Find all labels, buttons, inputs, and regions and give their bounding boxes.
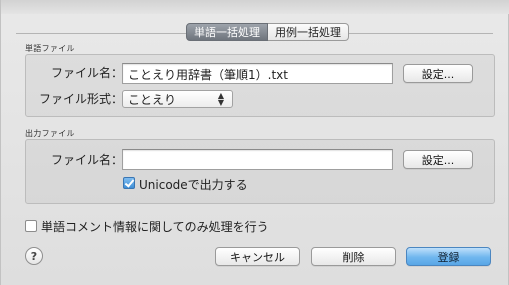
comment-only-checkbox[interactable] — [25, 220, 37, 232]
word-filename-label: ファイル名： — [50, 66, 123, 80]
word-filename-field[interactable]: ことえり用辞書（筆順1）.txt — [122, 63, 393, 84]
file-format-value: ことえり — [128, 92, 177, 107]
output-filename-field[interactable] — [122, 149, 393, 170]
tab-example-batch[interactable]: 用例一括処理 — [268, 23, 349, 41]
tab-bar: 単語一括処理 用例一括処理 — [186, 23, 349, 41]
help-icon[interactable]: ? — [25, 247, 43, 265]
output-file-group-label: 出力ファイル — [25, 129, 75, 138]
output-file-settings-button[interactable]: 設定... — [403, 150, 473, 169]
word-file-group-label: 単語ファイル — [25, 44, 75, 53]
cancel-button[interactable]: キャンセル — [215, 247, 300, 266]
word-file-settings-button[interactable]: 設定... — [403, 64, 473, 83]
file-format-popup[interactable]: ことえり ▲ ▼ — [122, 90, 233, 108]
popup-arrows-icon: ▲ ▼ — [217, 91, 224, 107]
tab-word-batch[interactable]: 単語一括処理 — [186, 23, 268, 41]
comment-only-checkbox-label: 単語コメント情報に関してのみ処理を行う — [41, 220, 269, 234]
register-button[interactable]: 登録 — [406, 247, 491, 266]
output-filename-label: ファイル名： — [50, 153, 123, 167]
title-bar — [1, 0, 509, 14]
output-file-group: ファイル名： 設定... Unicodeで出力する — [25, 139, 495, 204]
dialog-window: 単語一括処理 用例一括処理 単語ファイル ファイル名： ことえり用辞書（筆順1）… — [0, 0, 509, 285]
word-file-group: ファイル名： ことえり用辞書（筆順1）.txt 設定... ファイル形式： こと… — [25, 54, 495, 117]
delete-button[interactable]: 削除 — [311, 247, 396, 266]
unicode-checkbox[interactable] — [123, 177, 135, 189]
unicode-checkbox-label: Unicodeで出力する — [139, 178, 248, 192]
file-format-label: ファイル形式： — [38, 92, 123, 106]
